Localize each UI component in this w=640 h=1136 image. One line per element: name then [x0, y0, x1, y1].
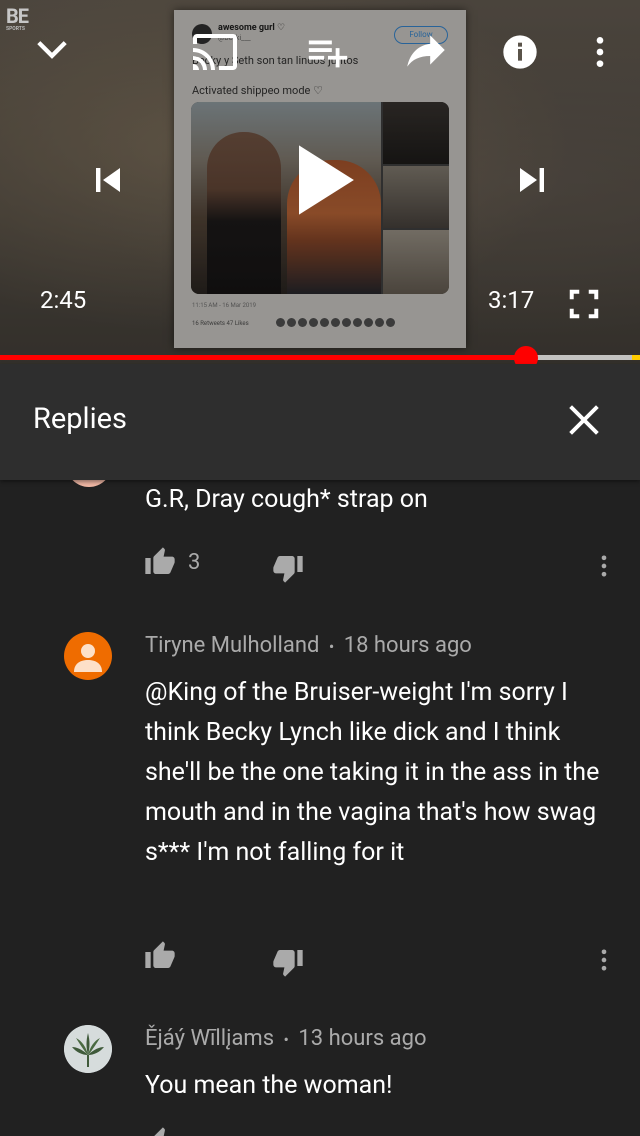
channel-watermark: BE SPORTS	[6, 4, 29, 32]
reply-author[interactable]: Ějáý Wīllįams	[145, 1026, 274, 1051]
play-icon	[299, 145, 354, 215]
reply-meta: Tiryne Mulholland • 18 hours ago	[145, 633, 472, 658]
dislike-button[interactable]	[272, 946, 304, 978]
more-vert-icon	[601, 949, 607, 971]
like-button[interactable]	[144, 1126, 176, 1136]
seek-bar-end-marker	[632, 355, 640, 360]
previous-button[interactable]	[80, 152, 136, 208]
play-button[interactable]	[288, 140, 362, 220]
video-duration: 3:17	[488, 286, 535, 314]
thumbs-up-icon	[145, 547, 175, 574]
watermark-text: BE	[6, 4, 29, 28]
seek-bar[interactable]	[0, 346, 640, 364]
info-icon	[503, 35, 537, 69]
fullscreen-button[interactable]	[560, 280, 608, 328]
seek-bar-scrubber[interactable]	[514, 346, 538, 364]
next-button[interactable]	[504, 152, 560, 208]
reply-options-button[interactable]	[590, 944, 618, 976]
thumbs-down-icon	[273, 950, 303, 977]
leaf-avatar-icon	[64, 1025, 112, 1073]
replies-list[interactable]: G.R, Dray cough* strap on 3 Tiryne Mulho…	[0, 480, 640, 1136]
skip-next-icon	[520, 168, 544, 192]
close-icon	[569, 405, 599, 435]
reply-meta: Ějáý Wīllįams • 13 hours ago	[145, 1026, 427, 1051]
avatar[interactable]	[66, 480, 112, 487]
thumbs-down-icon	[273, 556, 303, 583]
info-button[interactable]	[496, 26, 544, 78]
meta-separator: •	[328, 637, 335, 656]
share-button[interactable]	[398, 24, 454, 76]
seek-bar-played	[0, 355, 526, 360]
close-replies-button[interactable]	[556, 392, 612, 448]
playlist-add-icon	[308, 40, 348, 68]
meta-separator: •	[283, 1030, 289, 1049]
minimize-button[interactable]	[26, 24, 78, 76]
current-time: 2:45	[40, 286, 87, 314]
dislike-button[interactable]	[272, 552, 304, 584]
reply-text: You mean the woman!	[145, 1071, 393, 1100]
video-player[interactable]: awesome gurl ♡ @Bekki___ Follow Becky y …	[0, 0, 640, 364]
add-to-queue-button[interactable]	[302, 26, 354, 78]
watermark-subtext: SPORTS	[6, 26, 25, 32]
default-user-icon	[74, 644, 102, 672]
chevron-down-icon	[37, 41, 67, 59]
more-vert-icon	[601, 555, 607, 577]
fullscreen-icon	[569, 289, 599, 319]
avatar[interactable]	[64, 632, 112, 680]
reply-timestamp: 13 hours ago	[298, 1026, 427, 1051]
reply-text: G.R, Dray cough* strap on	[145, 485, 428, 514]
like-button[interactable]	[144, 940, 176, 972]
like-button[interactable]: 3	[144, 546, 200, 578]
more-options-button[interactable]	[576, 26, 624, 78]
share-icon	[407, 35, 445, 67]
more-vert-icon	[596, 37, 604, 67]
thumbs-up-icon	[154, 1127, 165, 1136]
reply-options-button[interactable]	[590, 550, 618, 582]
replies-panel-header: Replies	[0, 364, 640, 480]
reply-text: @King of the Bruiser-weight I'm sorry I …	[145, 678, 600, 867]
avatar[interactable]	[64, 1025, 112, 1073]
thumbs-up-icon	[145, 941, 175, 968]
replies-title: Replies	[33, 402, 127, 436]
like-count: 3	[188, 549, 201, 575]
skip-previous-icon	[96, 168, 120, 192]
cast-button[interactable]	[188, 26, 242, 78]
reply-timestamp: 18 hours ago	[343, 633, 472, 658]
reply-author[interactable]: Tiryne Mulholland	[145, 633, 319, 658]
cast-icon	[193, 34, 237, 70]
